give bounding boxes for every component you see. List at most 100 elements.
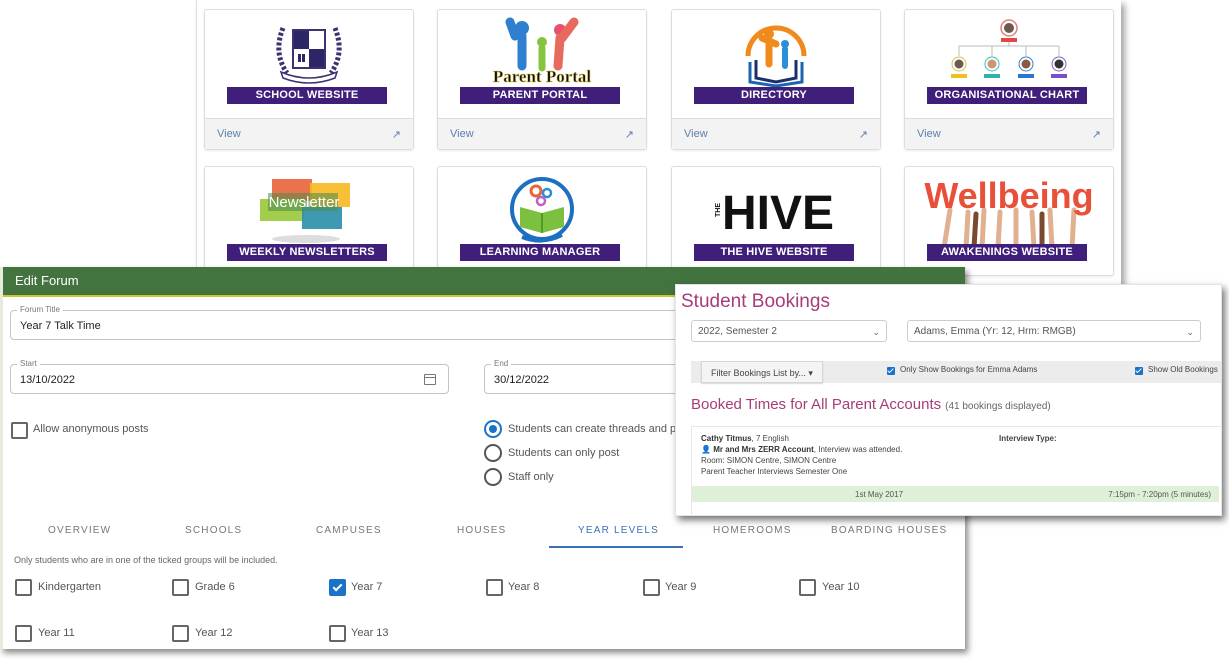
permission-radio-staff-only[interactable] [484, 468, 502, 486]
student-select[interactable]: Adams, Emma (Yr: 12, Hrm: RMGB) ⌄ [907, 320, 1201, 342]
year-level-label: Year 13 [351, 627, 389, 639]
newsletter-icon: Newsletter [205, 173, 413, 247]
calendar-icon[interactable] [424, 374, 436, 385]
year-level-label: Year 9 [665, 581, 697, 593]
wellbeing-logo-text: Wellbeing [924, 175, 1093, 216]
tab-year-levels[interactable]: YEAR LEVELS [578, 525, 659, 536]
tab-houses[interactable]: HOUSES [457, 525, 506, 536]
parent-portal-logo-text: Parent Portal [493, 67, 592, 86]
external-link-icon[interactable]: ↗ [859, 128, 868, 141]
tile-banner: THE HIVE WEBSITE [694, 244, 854, 261]
year-level-checkbox-kindergarten[interactable] [15, 579, 32, 596]
tile-banner: AWAKENINGS WEBSITE [927, 244, 1087, 261]
booked-times-heading: Booked Times for All Parent Accounts (41 … [691, 396, 1051, 413]
tab-campuses[interactable]: CAMPUSES [316, 525, 382, 536]
active-tab-indicator [549, 546, 683, 548]
tile-banner: PARENT PORTAL [460, 87, 620, 104]
permission-label: Students can only post [508, 447, 620, 459]
view-link[interactable]: View [450, 128, 474, 140]
filter-bookings-dropdown[interactable]: Filter Bookings List by... ▾ [701, 361, 823, 383]
tile-weekly-newsletters[interactable]: Newsletter WEEKLY NEWSLETTERS [204, 166, 414, 276]
end-label: End [491, 359, 512, 368]
tile-directory[interactable]: DIRECTORY View ↗ [671, 9, 881, 150]
view-link[interactable]: View [684, 128, 708, 140]
booking-count: (41 bookings displayed) [945, 401, 1051, 412]
external-link-icon[interactable]: ↗ [392, 128, 401, 141]
permission-label: Students can create threads and pos [508, 423, 688, 435]
semester-select-value: 2022, Semester 2 [698, 326, 777, 337]
year-level-checkbox-year-13[interactable] [329, 625, 346, 642]
interview-type-label: Interview Type: [999, 434, 1057, 443]
help-text: Only students who are in one of the tick… [14, 555, 278, 565]
school-crest-icon [205, 16, 413, 90]
permission-radio-only-post[interactable] [484, 444, 502, 462]
student-bookings-panel: Student Bookings 2022, Semester 2 ⌄ Adam… [675, 284, 1222, 516]
parent-portal-icon: Parent Portal [438, 16, 646, 90]
year-level-label: Kindergarten [38, 581, 101, 593]
external-link-icon[interactable]: ↗ [625, 128, 634, 141]
directory-book-icon [672, 16, 880, 90]
only-show-bookings-checkbox[interactable] [887, 367, 895, 375]
chevron-down-icon: ⌄ [1186, 327, 1194, 337]
view-link[interactable]: View [917, 128, 941, 140]
tile-banner: SCHOOL WEBSITE [227, 87, 387, 104]
tile-banner: DIRECTORY [694, 87, 854, 104]
tab-boarding-houses[interactable]: BOARDING HOUSES [831, 525, 947, 536]
start-label: Start [17, 359, 40, 368]
learning-manager-icon [438, 173, 646, 247]
booked-times-title: Booked Times for All Parent Accounts [691, 396, 942, 413]
tile-awakenings-website[interactable]: Wellbeing AWAKENINGS WEBSITE [904, 166, 1114, 276]
tab-homerooms[interactable]: HOMEROOMS [713, 525, 792, 536]
forum-title-label: Forum Title [17, 305, 64, 314]
parent-account: Mr and Mrs ZERR Account [713, 445, 814, 454]
view-link[interactable]: View [217, 128, 241, 140]
allow-anonymous-checkbox[interactable] [11, 422, 28, 439]
year-level-checkbox-year-12[interactable] [172, 625, 189, 642]
booking-time: 7:15pm - 7:20pm (5 minutes) [1108, 490, 1211, 499]
student-select-value: Adams, Emma (Yr: 12, Hrm: RMGB) [914, 326, 1076, 337]
year-level-checkbox-year-11[interactable] [15, 625, 32, 642]
tile-banner: LEARNING MANAGER [460, 244, 620, 261]
tile-learning-manager[interactable]: LEARNING MANAGER [437, 166, 647, 276]
permission-radio-threads-and-posts[interactable] [484, 420, 502, 438]
year-level-label: Year 11 [38, 627, 75, 639]
hive-logo-small-text: THE [715, 203, 722, 217]
year-level-label: Year 7 [351, 581, 383, 593]
user-icon: 👤 [701, 445, 714, 454]
semester-select[interactable]: 2022, Semester 2 ⌄ [691, 320, 887, 342]
booking-time-bar: 1st May 2017 7:15pm - 7:20pm (5 minutes) [692, 486, 1219, 502]
chevron-down-icon: ⌄ [872, 327, 880, 337]
tile-school-website[interactable]: SCHOOL WEBSITE View ↗ [204, 9, 414, 150]
year-level-checkbox-year-7[interactable] [329, 579, 346, 596]
tile-organisational-chart[interactable]: ORGANISATIONAL CHART View ↗ [904, 9, 1114, 150]
year-level-checkbox-year-8[interactable] [486, 579, 503, 596]
year-level-label: Year 8 [508, 581, 540, 593]
tile-banner: WEEKLY NEWSLETTERS [227, 244, 387, 261]
year-level-checkbox-year-10[interactable] [799, 579, 816, 596]
portal-tiles-panel: SCHOOL WEBSITE View ↗ Parent Portal PARE… [196, 0, 1121, 290]
filter-bar: Filter Bookings List by... ▾ Only Show B… [691, 361, 1221, 383]
attendance-status: , Interview was attended. [813, 445, 903, 454]
forum-title-value: Year 7 Talk Time [20, 320, 101, 332]
show-old-bookings-checkbox[interactable] [1135, 367, 1143, 375]
tab-schools[interactable]: SCHOOLS [185, 525, 242, 536]
tab-overview[interactable]: OVERVIEW [48, 525, 111, 536]
bookings-title: Student Bookings [681, 291, 830, 312]
year-level-checkbox-grade-6[interactable] [172, 579, 189, 596]
start-value: 13/10/2022 [20, 374, 76, 386]
subject: , 7 English [751, 434, 789, 443]
start-date-field[interactable]: Start 13/10/2022 [10, 359, 449, 394]
external-link-icon[interactable]: ↗ [1092, 128, 1101, 141]
booking-entry[interactable]: Cathy Titmus, 7 English 👤 Mr and Mrs ZER… [691, 426, 1221, 515]
org-chart-icon [905, 16, 1113, 90]
tile-banner: ORGANISATIONAL CHART [927, 87, 1087, 104]
tile-hive-website[interactable]: THE HIVE THE HIVE WEBSITE [671, 166, 881, 276]
year-level-checkbox-year-9[interactable] [643, 579, 660, 596]
wellbeing-icon: Wellbeing [905, 173, 1113, 250]
booking-date: 1st May 2017 [855, 490, 904, 499]
newsletter-logo-text: Newsletter [269, 194, 340, 211]
tile-parent-portal[interactable]: Parent Portal PARENT PORTAL View ↗ [437, 9, 647, 150]
room: Room: SIMON Centre, SIMON Centre [701, 456, 837, 465]
year-level-label: Year 10 [822, 581, 860, 593]
show-old-bookings-label: Show Old Bookings [1148, 365, 1218, 374]
